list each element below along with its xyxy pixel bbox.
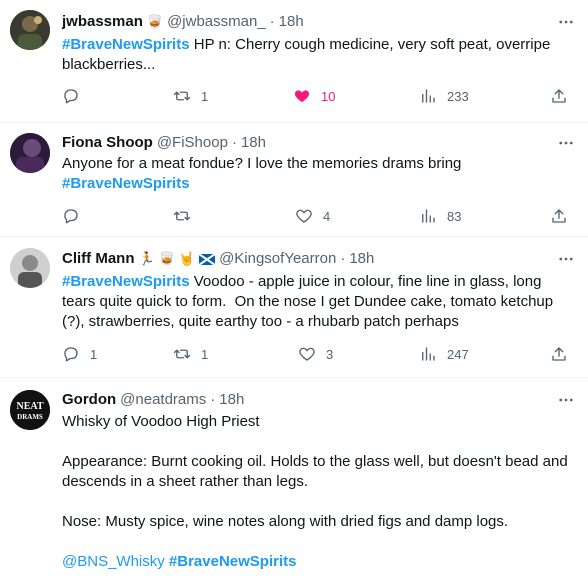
author-name[interactable]: Cliff Mann <box>62 249 135 269</box>
reply-button[interactable] <box>62 206 80 226</box>
scotland-flag-icon <box>198 249 216 269</box>
runner-icon: 🏃 <box>138 251 155 266</box>
author-handle[interactable]: @KingsofYearron <box>219 249 336 269</box>
like-icon <box>299 347 315 361</box>
avatar[interactable]: NEAT DRAMS <box>10 390 50 430</box>
tweet-fiona-shoop[interactable]: Fiona Shoop @FiShoop · 18h Anyone for a … <box>0 123 588 237</box>
tweet-cliff-mann[interactable]: Cliff Mann 🏃 🥃 🤘 @KingsofYearron · 18h #… <box>0 237 588 378</box>
share-icon <box>552 89 566 103</box>
views-button[interactable]: 83 <box>419 206 461 226</box>
hashtag-link[interactable]: #BraveNewSpirits <box>169 553 297 570</box>
retweet-button[interactable] <box>173 206 191 226</box>
retweet-icon <box>173 211 191 221</box>
share-button[interactable] <box>550 206 568 226</box>
like-icon <box>294 90 310 102</box>
tweet-actions: 4 83 <box>62 206 578 226</box>
reply-button[interactable]: 1 <box>62 344 97 364</box>
like-count: 10 <box>321 88 336 104</box>
views-icon <box>422 209 435 223</box>
like-icon <box>296 209 312 223</box>
author-name[interactable]: Gordon <box>62 390 116 410</box>
tweet-text: Anyone for a meat fondue? I love the mem… <box>62 155 462 192</box>
avatar[interactable] <box>10 10 50 50</box>
share-icon <box>552 209 566 223</box>
avatar[interactable] <box>10 133 50 173</box>
like-button[interactable]: 4 <box>295 206 330 226</box>
retweet-button[interactable]: 1 <box>173 86 208 106</box>
timestamp[interactable]: 18h <box>349 249 374 269</box>
author-name[interactable]: Fiona Shoop <box>62 133 153 153</box>
tweet-gordon[interactable]: NEAT DRAMS Gordon @neatdrams · 18h Whisky… <box>0 378 588 578</box>
views-button[interactable]: 233 <box>419 86 469 106</box>
reply-icon <box>64 89 78 104</box>
retweet-button[interactable]: 1 <box>173 344 208 364</box>
avatar[interactable] <box>10 248 50 288</box>
timeline-feed: jwbassman 🥃 @jwbassman_ · 18h #BraveNewS… <box>0 0 588 578</box>
tweet-text: #BraveNewSpirits Voodoo - apple juice in… <box>62 273 558 330</box>
like-button[interactable]: 10 <box>293 86 335 106</box>
svg-text:DRAMS: DRAMS <box>17 413 43 421</box>
views-count: 83 <box>447 208 462 224</box>
retweet-icon <box>173 349 191 359</box>
author-name[interactable]: jwbassman <box>62 12 143 32</box>
like-button[interactable]: 3 <box>298 344 333 364</box>
hashtag-link[interactable]: #BraveNewSpirits <box>62 273 190 290</box>
share-button[interactable] <box>550 344 568 364</box>
share-button[interactable] <box>550 86 568 106</box>
hashtag-link[interactable]: #BraveNewSpirits <box>62 175 190 192</box>
views-icon <box>422 347 435 361</box>
like-count: 3 <box>326 346 334 362</box>
views-button[interactable]: 247 <box>419 344 469 364</box>
tweet-jwbassman[interactable]: jwbassman 🥃 @jwbassman_ · 18h #BraveNewS… <box>0 0 588 123</box>
author-handle[interactable]: @jwbassman_ <box>167 12 266 32</box>
reply-icon <box>64 209 78 224</box>
like-count: 4 <box>323 208 331 224</box>
reply-count: 1 <box>90 346 98 362</box>
whisky-glass-icon: 🥃 <box>146 14 164 29</box>
hashtag-link[interactable]: #BraveNewSpirits <box>62 36 190 53</box>
rock-hand-icon: 🤘 <box>178 251 196 266</box>
mention-link[interactable]: @BNS_Whisky <box>62 553 165 570</box>
more-icon[interactable] <box>556 12 576 32</box>
share-icon <box>552 347 566 361</box>
retweet-count: 1 <box>201 88 209 104</box>
svg-text:NEAT: NEAT <box>16 401 43 412</box>
whisky-glass-icon: 🥃 <box>158 251 175 266</box>
tweet-actions: 1 1 3 247 <box>62 344 578 364</box>
views-count: 247 <box>447 346 469 362</box>
reply-button[interactable] <box>62 86 80 106</box>
more-icon[interactable] <box>556 249 576 269</box>
timestamp[interactable]: 18h <box>279 12 304 32</box>
tweet-text: #BraveNewSpirits HP n: Cherry cough medi… <box>62 36 555 73</box>
more-icon[interactable] <box>556 133 576 153</box>
reply-icon <box>64 347 78 362</box>
neat-drams-logo: NEATDRAMS <box>10 390 50 430</box>
more-icon[interactable] <box>556 390 576 410</box>
views-icon <box>422 89 435 103</box>
author-handle[interactable]: @FiShoop <box>157 133 228 153</box>
tweet-actions: 1 10 233 <box>62 86 578 106</box>
timestamp[interactable]: 18h <box>241 133 266 153</box>
timestamp[interactable]: 18h <box>219 390 244 410</box>
views-count: 233 <box>447 88 469 104</box>
tweet-text: Whisky of Voodoo High Priest Appearance:… <box>62 413 572 570</box>
retweet-count: 1 <box>201 346 209 362</box>
author-handle[interactable]: @neatdrams <box>120 390 206 410</box>
retweet-icon <box>173 91 191 101</box>
